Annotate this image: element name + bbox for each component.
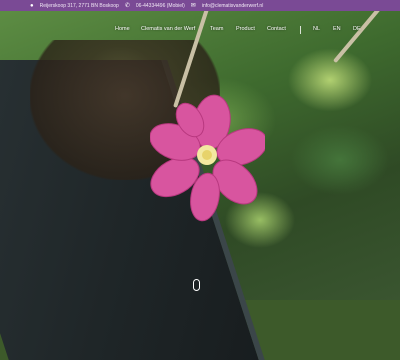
lang-de[interactable]: DE bbox=[353, 26, 361, 32]
contact-bar: ● Reijerskoop 317, 2771 BN Boskoop ✆ 06-… bbox=[0, 0, 400, 11]
nav-divider bbox=[300, 26, 301, 34]
email-link[interactable]: info@clematisvanderwerf.nl bbox=[202, 3, 264, 9]
phone-link[interactable]: 06-44334496 (Mobiel) bbox=[136, 3, 185, 9]
clematis-flower bbox=[149, 92, 268, 222]
nav-item-contact[interactable]: Contact bbox=[267, 26, 286, 32]
location-icon: ● bbox=[30, 2, 34, 9]
nav-item-clematis-van-der-werf[interactable]: Clematis van der Werf bbox=[141, 26, 195, 32]
address-text: Reijerskoop 317, 2771 BN Boskoop bbox=[39, 2, 119, 9]
lang-nl[interactable]: NL bbox=[313, 26, 320, 32]
main-navigation: Home Clematis van der Werf Team Product … bbox=[0, 26, 400, 38]
nav-item-home[interactable]: Home bbox=[115, 26, 130, 32]
nav-item-product[interactable]: Product bbox=[236, 26, 255, 32]
scroll-down-indicator[interactable] bbox=[193, 279, 200, 291]
lang-en[interactable]: EN bbox=[333, 26, 341, 32]
nav-item-team[interactable]: Team bbox=[210, 26, 223, 32]
email-icon: ✉ bbox=[190, 3, 196, 9]
phone-icon: ✆ bbox=[124, 3, 130, 9]
hero-image bbox=[0, 0, 400, 360]
